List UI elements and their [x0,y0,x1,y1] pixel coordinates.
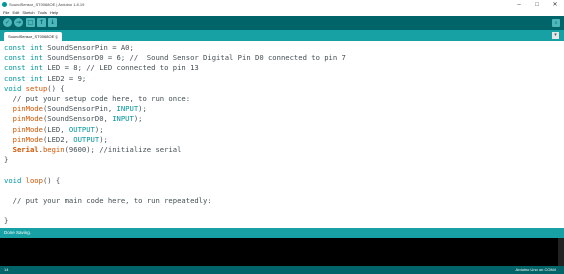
menu-sketch[interactable]: Sketch [22,10,34,15]
title-bar: SoundSensor_ST0068OE | Arduino 1.8.19 – … [0,0,564,9]
board-port-label: Arduino Uno on COM4 [515,267,556,272]
console-status-text: Done Saving. [4,230,32,235]
console-scrollbar[interactable] [558,238,564,266]
menu-edit[interactable]: Edit [12,10,19,15]
console-header: Done Saving. [0,228,564,238]
serial-monitor-icon[interactable]: ⌕ [552,19,560,27]
tab-bar: SoundSensor_ST0068OE § ▾ [0,30,564,41]
tab-menu-icon[interactable]: ▾ [552,32,559,39]
tab-sketch[interactable]: SoundSensor_ST0068OE § [4,32,62,41]
window-controls: – □ ✕ [510,0,564,9]
minimize-button[interactable]: – [510,0,528,9]
line-number: 14 [4,267,9,272]
code-text[interactable]: const int SoundSensorPin = A0; const int… [4,43,346,227]
new-sketch-icon[interactable]: □ [26,18,35,27]
menu-help[interactable]: Help [50,10,58,15]
open-sketch-icon[interactable]: ↑ [37,18,46,27]
menu-tools[interactable]: Tools [38,10,47,15]
arduino-logo-icon [2,2,7,7]
menu-bar: File Edit Sketch Tools Help [0,9,564,16]
console-output[interactable] [0,238,564,266]
window-title: SoundSensor_ST0068OE | Arduino 1.8.19 [9,2,85,7]
toolbar: ✓ → □ ↑ ↓ ⌕ [0,16,564,30]
save-sketch-icon[interactable]: ↓ [48,18,57,27]
code-editor[interactable]: const int SoundSensorPin = A0; const int… [0,41,564,228]
verify-icon[interactable]: ✓ [3,18,12,27]
upload-icon[interactable]: → [14,18,23,27]
status-bar: 14 Arduino Uno on COM4 [0,266,564,274]
maximize-button[interactable]: □ [528,0,546,9]
close-button[interactable]: ✕ [546,0,564,9]
menu-file[interactable]: File [3,10,9,15]
